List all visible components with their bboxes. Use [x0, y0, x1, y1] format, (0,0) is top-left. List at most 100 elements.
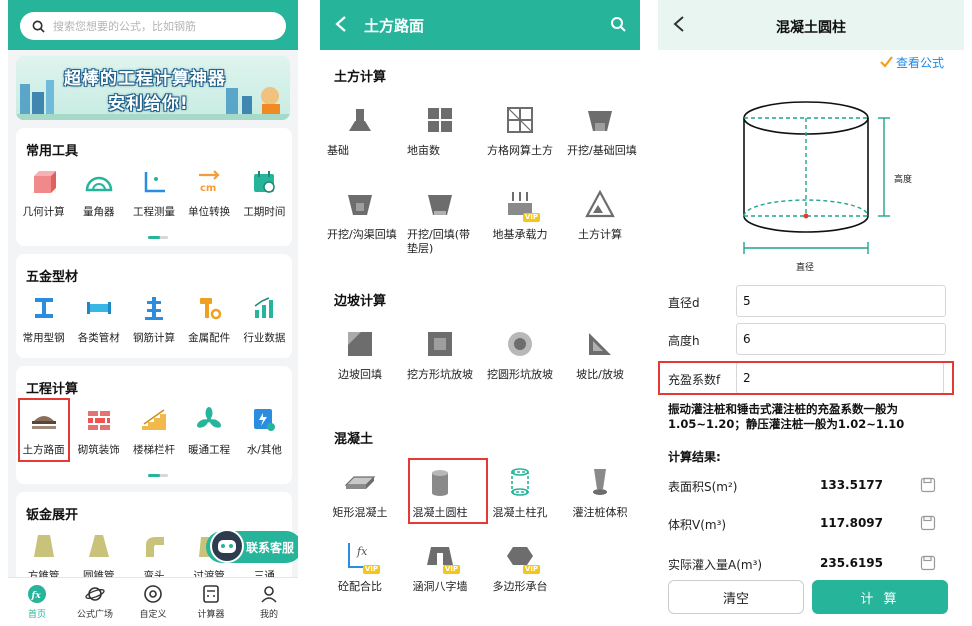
item-grid-earthwork[interactable]: 方格网算土方	[480, 104, 560, 158]
item-label: 地亩数	[407, 144, 440, 157]
item-pile-volume[interactable]: 灌注桩体积	[560, 466, 640, 520]
search-input[interactable]: 搜索您想要的公式，比如钢筋	[20, 12, 286, 40]
tool-metal-parts[interactable]: 金属配件	[182, 294, 237, 345]
item-earthwork-calc[interactable]: 土方计算	[560, 188, 640, 256]
tool-elbow[interactable]: 弯头	[126, 532, 181, 583]
tool-label: 单位转换	[188, 206, 231, 218]
earthwork-row-2: 开挖/沟渠回填 开挖/回填(带垫层) VIP 地基承载力 土方计算	[320, 188, 640, 256]
axis-measure-icon	[139, 168, 169, 196]
item-label: 开挖/基础回填	[567, 144, 637, 157]
tool-water-other[interactable]: 水/其他	[237, 406, 292, 457]
formula-check-icon	[880, 56, 893, 68]
pile-icon	[584, 466, 616, 498]
item-culvert-wall[interactable]: VIP 涵洞八字墙	[400, 540, 480, 594]
nav-calculator[interactable]: 计算器	[182, 578, 240, 626]
round-cone-icon	[84, 532, 114, 560]
tool-hvac[interactable]: 暖通工程	[182, 406, 237, 457]
tool-steel-section[interactable]: 常用型钢	[16, 294, 71, 345]
section-title: 土方计算	[334, 70, 387, 85]
tool-survey[interactable]: 工程测量	[126, 168, 181, 219]
item-mix-ratio[interactable]: fx VIP 砼配合比	[320, 540, 400, 594]
save-icon[interactable]	[920, 477, 936, 493]
pipe-icon	[84, 294, 114, 322]
tool-geometry[interactable]: 几何计算	[16, 168, 71, 219]
nav-custom[interactable]: 自定义	[124, 578, 182, 626]
item-bearing-capacity[interactable]: VIP 地基承载力	[480, 188, 560, 256]
slope-row: 边坡回填 挖方形坑放坡 挖圆形坑放坡 坡比/放坡	[320, 328, 640, 382]
vip-badge: VIP	[362, 565, 380, 574]
tool-round-cone[interactable]: 圆锥管	[71, 532, 126, 583]
item-excavate-cushion[interactable]: 开挖/回填(带垫层)	[400, 188, 480, 256]
promo-banner[interactable]: 超棒的工程计算神器 安利给你!	[16, 56, 290, 120]
round-pit-icon	[504, 328, 536, 360]
tool-label: 楼梯栏杆	[132, 444, 175, 456]
item-square-pit-slope[interactable]: 挖方形坑放坡	[400, 328, 480, 382]
save-icon[interactable]	[920, 515, 936, 531]
nav-label: 我的	[259, 610, 278, 620]
back-arrow-icon[interactable]	[334, 14, 348, 34]
home-screen: 搜索您想要的公式，比如钢筋 超棒的工程计算神器 安利给你! 常用工具 几何计算 …	[8, 0, 298, 626]
section-common-tools: 常用工具 几何计算 量角器 工程测量 cm 单位转换 工期时间	[16, 128, 292, 246]
section-title: 边坡计算	[334, 294, 387, 309]
item-polygon-cap[interactable]: VIP 多边形承台	[480, 540, 560, 594]
item-round-pit-slope[interactable]: 挖圆形坑放坡	[480, 328, 560, 382]
tool-label: 砌筑装饰	[77, 444, 120, 456]
earthwork-header: 土方路面	[320, 0, 640, 50]
elbow-icon	[139, 532, 169, 560]
tool-industry-data[interactable]: 行业数据	[237, 294, 292, 345]
clear-button[interactable]: 清空	[668, 580, 804, 614]
contact-service-label: 联系客服	[246, 540, 295, 555]
nav-profile[interactable]: 我的	[240, 578, 298, 626]
tool-label: 行业数据	[243, 332, 286, 344]
tool-protractor[interactable]: 量角器	[71, 168, 126, 219]
tool-label: 工程测量	[132, 206, 175, 218]
result-value: 235.6195	[820, 556, 884, 570]
tool-label: 金属配件	[188, 332, 231, 344]
item-label: 坡比/放坡	[576, 368, 624, 381]
item-rect-concrete[interactable]: 矩形混凝土	[320, 466, 400, 520]
item-slope-backfill[interactable]: 边坡回填	[320, 328, 400, 382]
nav-home[interactable]: fx 首页	[8, 578, 66, 626]
tool-unit-convert[interactable]: cm 单位转换	[182, 168, 237, 219]
concrete-row-2: fx VIP 砼配合比 VIP 涵洞八字墙 VIP 多边形承台	[320, 540, 640, 594]
grid-net-icon	[504, 104, 536, 136]
item-excavate-trench[interactable]: 开挖/沟渠回填	[320, 188, 400, 256]
robot-avatar-icon	[210, 529, 244, 563]
tool-pipe[interactable]: 各类管材	[71, 294, 126, 345]
item-label: 土方计算	[578, 228, 622, 241]
custom-icon	[144, 585, 162, 603]
item-label: 挖方形坑放坡	[407, 368, 473, 381]
item-foundation[interactable]: 基础	[320, 104, 400, 158]
search-icon[interactable]	[610, 16, 626, 32]
tool-schedule[interactable]: 工期时间	[237, 168, 292, 219]
tool-square-cone[interactable]: 方锥管	[16, 532, 71, 583]
page-title: 土方路面	[364, 17, 425, 35]
vip-badge: VIP	[522, 213, 540, 222]
height-input[interactable]: 6	[736, 323, 946, 355]
view-formula-link[interactable]: 查看公式	[880, 54, 944, 71]
item-label: 边坡回填	[338, 368, 382, 381]
water-icon	[249, 406, 279, 434]
section-title: 钣金展开	[26, 508, 79, 523]
item-land-area[interactable]: 地亩数	[400, 104, 480, 158]
result-title: 计算结果:	[668, 450, 721, 464]
diameter-input[interactable]: 5	[736, 285, 946, 317]
tool-label: 钢筋计算	[132, 332, 175, 344]
calculate-button[interactable]: 计 算	[812, 580, 948, 614]
item-excavate-foundation[interactable]: 开挖/基础回填	[560, 104, 640, 158]
item-slope-ratio[interactable]: 坡比/放坡	[560, 328, 640, 382]
nav-formula-square[interactable]: 公式广场	[66, 578, 124, 626]
tool-rebar[interactable]: 钢筋计算	[126, 294, 181, 345]
item-column-hole[interactable]: 混凝土柱孔	[480, 466, 560, 520]
tool-masonry[interactable]: 砌筑装饰	[71, 406, 126, 457]
foundation-icon	[344, 104, 376, 136]
contact-service-button[interactable]: 联系客服	[206, 529, 298, 563]
item-label: 开挖/沟渠回填	[327, 228, 397, 241]
vip-badge: VIP	[522, 565, 540, 574]
view-formula-label: 查看公式	[896, 56, 945, 70]
save-icon[interactable]	[920, 555, 936, 571]
tool-stairs[interactable]: 楼梯栏杆	[126, 406, 181, 457]
search-placeholder: 搜索您想要的公式，比如钢筋	[53, 20, 196, 33]
slope-backfill-icon	[344, 328, 376, 360]
section-hardware: 五金型材 常用型钢 各类管材 钢筋计算 金属配件 行业数据	[16, 254, 292, 358]
